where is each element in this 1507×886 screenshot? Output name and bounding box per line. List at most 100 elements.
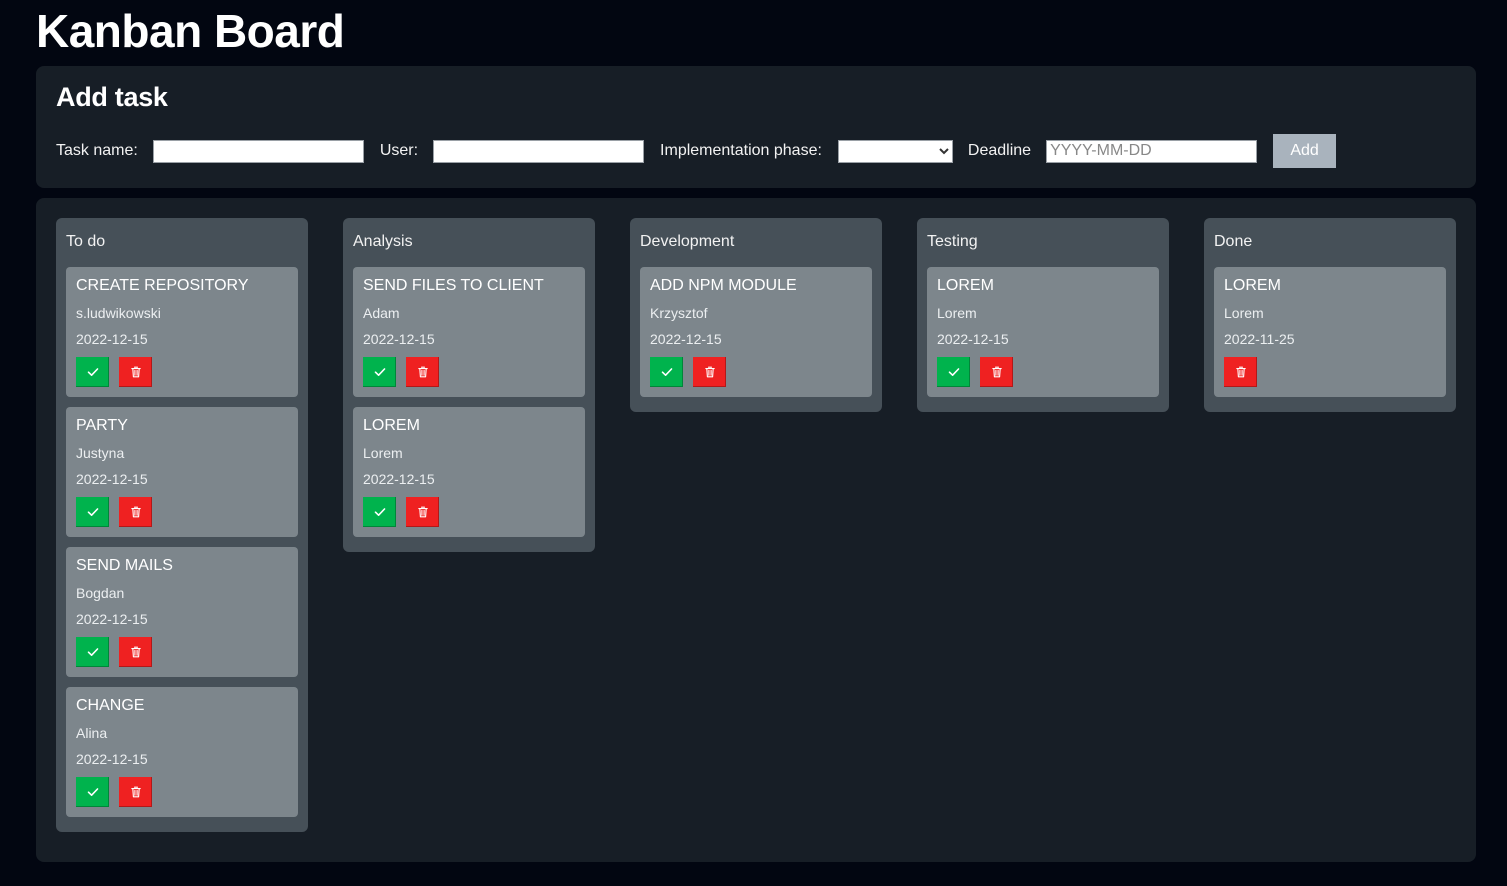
user-label: User: bbox=[379, 142, 419, 159]
column-development: Development ADD NPM MODULE Krzysztof 2022-1… bbox=[630, 218, 882, 412]
check-icon bbox=[86, 785, 100, 799]
delete-task-button[interactable] bbox=[406, 357, 439, 387]
add-task-heading: Add task bbox=[56, 82, 168, 112]
task-card: CREATE REPOSITORY s.ludwikowski 2022-12-15 bbox=[66, 267, 298, 397]
trash-icon bbox=[416, 365, 430, 379]
task-deadline: 2022-12-15 bbox=[76, 331, 148, 347]
task-user: Bogdan bbox=[76, 585, 125, 601]
add-task-panel: Add task Task name: User: Implementation… bbox=[36, 66, 1476, 188]
column-title: Development bbox=[640, 233, 735, 250]
task-actions bbox=[76, 777, 152, 807]
task-name-input[interactable] bbox=[152, 139, 364, 163]
trash-icon bbox=[129, 785, 143, 799]
add-button[interactable]: Add bbox=[1273, 134, 1337, 168]
deadline-label: Deadline bbox=[967, 142, 1032, 159]
delete-task-button[interactable] bbox=[119, 777, 152, 807]
task-title: LOREM bbox=[1224, 277, 1281, 294]
move-next-button[interactable] bbox=[76, 637, 109, 667]
task-deadline: 2022-11-25 bbox=[1224, 331, 1295, 347]
check-icon bbox=[373, 505, 387, 519]
task-user: Alina bbox=[76, 725, 108, 741]
delete-task-button[interactable] bbox=[980, 357, 1013, 387]
trash-icon bbox=[129, 505, 143, 519]
deadline-input[interactable] bbox=[1046, 139, 1258, 163]
page-title: Kanban Board bbox=[36, 5, 345, 57]
check-icon bbox=[86, 645, 100, 659]
check-icon bbox=[86, 365, 100, 379]
column-analysis: Analysis SEND FILES TO CLIENT Adam 2022-12-… bbox=[343, 218, 595, 552]
column-done: Done LOREM Lorem 2022-11-25 bbox=[1204, 218, 1456, 412]
column-title: Done bbox=[1214, 233, 1253, 250]
task-title: LOREM bbox=[937, 277, 994, 294]
task-deadline: 2022-12-15 bbox=[363, 331, 435, 347]
task-card: LOREM Lorem 2022-12-15 bbox=[927, 267, 1159, 397]
kanban-board: To do CREATE REPOSITORY s.ludwikowski 2022-… bbox=[36, 198, 1476, 862]
task-user: Lorem bbox=[363, 445, 403, 461]
trash-icon bbox=[703, 365, 717, 379]
task-deadline: 2022-12-15 bbox=[76, 751, 148, 767]
task-actions bbox=[76, 497, 152, 527]
task-deadline: 2022-12-15 bbox=[76, 611, 148, 627]
task-actions bbox=[76, 637, 152, 667]
task-actions bbox=[1224, 357, 1257, 387]
delete-task-button[interactable] bbox=[119, 637, 152, 667]
task-card: LOREM Lorem 2022-11-25 bbox=[1214, 267, 1446, 397]
task-deadline: 2022-12-15 bbox=[76, 471, 148, 487]
trash-icon bbox=[129, 365, 143, 379]
move-next-button[interactable] bbox=[76, 777, 109, 807]
task-user: Krzysztof bbox=[650, 305, 708, 321]
check-icon bbox=[86, 505, 100, 519]
check-icon bbox=[947, 365, 961, 379]
task-card: LOREM Lorem 2022-12-15 bbox=[353, 407, 585, 537]
task-user: Lorem bbox=[1224, 305, 1264, 321]
trash-icon bbox=[416, 505, 430, 519]
task-card: SEND FILES TO CLIENT Adam 2022-12-15 bbox=[353, 267, 585, 397]
task-user: Adam bbox=[363, 305, 400, 321]
trash-icon bbox=[1234, 365, 1248, 379]
task-user: Lorem bbox=[937, 305, 977, 321]
task-title: SEND MAILS bbox=[76, 557, 173, 574]
task-card: ADD NPM MODULE Krzysztof 2022-12-15 bbox=[640, 267, 872, 397]
task-deadline: 2022-12-15 bbox=[363, 471, 435, 487]
user-input[interactable] bbox=[433, 139, 645, 163]
task-card: PARTY Justyna 2022-12-15 bbox=[66, 407, 298, 537]
task-actions bbox=[650, 357, 726, 387]
task-card: CHANGE Alina 2022-12-15 bbox=[66, 687, 298, 817]
move-next-button[interactable] bbox=[76, 497, 109, 527]
task-title: SEND FILES TO CLIENT bbox=[363, 277, 544, 294]
column-to-do: To do CREATE REPOSITORY s.ludwikowski 2022-… bbox=[56, 218, 308, 832]
column-title: Analysis bbox=[353, 233, 413, 250]
add-task-form: Task name: User: Implementation phase: D… bbox=[56, 134, 1337, 168]
task-actions bbox=[363, 497, 439, 527]
delete-task-button[interactable] bbox=[119, 497, 152, 527]
delete-task-button[interactable] bbox=[406, 497, 439, 527]
move-next-button[interactable] bbox=[363, 357, 396, 387]
task-actions bbox=[76, 357, 152, 387]
task-user: Justyna bbox=[76, 445, 125, 461]
task-deadline: 2022-12-15 bbox=[937, 331, 1009, 347]
task-title: ADD NPM MODULE bbox=[650, 277, 797, 294]
task-deadline: 2022-12-15 bbox=[650, 331, 722, 347]
task-title: PARTY bbox=[76, 417, 128, 434]
move-next-button[interactable] bbox=[363, 497, 396, 527]
column-title: To do bbox=[66, 233, 106, 250]
move-next-button[interactable] bbox=[76, 357, 109, 387]
delete-task-button[interactable] bbox=[1224, 357, 1257, 387]
task-card: SEND MAILS Bogdan 2022-12-15 bbox=[66, 547, 298, 677]
task-title: CHANGE bbox=[76, 697, 145, 714]
task-user: s.ludwikowski bbox=[76, 305, 161, 321]
task-name-label: Task name: bbox=[56, 142, 138, 159]
phase-select[interactable] bbox=[837, 139, 953, 163]
task-title: LOREM bbox=[363, 417, 420, 434]
delete-task-button[interactable] bbox=[119, 357, 152, 387]
phase-label: Implementation phase: bbox=[660, 142, 822, 159]
trash-icon bbox=[990, 365, 1004, 379]
check-icon bbox=[373, 365, 387, 379]
move-next-button[interactable] bbox=[937, 357, 970, 387]
task-actions bbox=[937, 357, 1013, 387]
delete-task-button[interactable] bbox=[693, 357, 726, 387]
move-next-button[interactable] bbox=[650, 357, 683, 387]
column-testing: Testing LOREM Lorem 2022-12-15 bbox=[917, 218, 1169, 412]
column-title: Testing bbox=[927, 233, 978, 250]
task-actions bbox=[363, 357, 439, 387]
